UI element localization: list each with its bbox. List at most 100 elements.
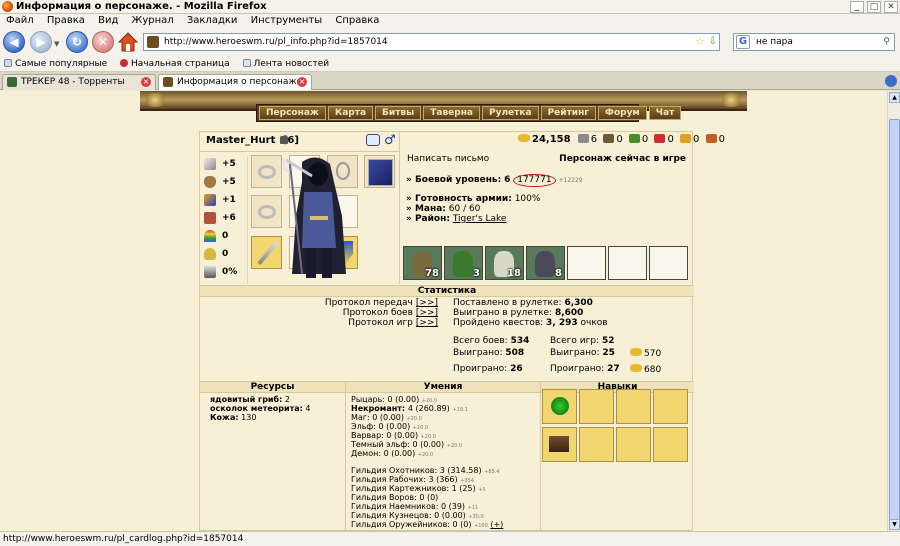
- navyk-slot[interactable]: [542, 427, 577, 462]
- google-engine-icon[interactable]: G: [736, 35, 750, 49]
- army-slot-empty[interactable]: [567, 246, 606, 280]
- nav-character[interactable]: Персонаж: [259, 106, 326, 120]
- army-slot[interactable]: 78: [403, 246, 442, 280]
- stop-button[interactable]: ✕: [92, 31, 114, 53]
- nav-tavern[interactable]: Таверна: [423, 106, 480, 120]
- menu-view[interactable]: Вид: [98, 15, 118, 26]
- army-slot[interactable]: 18: [485, 246, 524, 280]
- stat-spellpower: +1: [204, 192, 248, 208]
- scroll-thumb[interactable]: [889, 119, 900, 523]
- tab-tracker[interactable]: ТРЕКЕР 48 - Торренты ×: [2, 74, 156, 90]
- equip-slot-book[interactable]: [364, 155, 395, 188]
- address-bar[interactable]: http://www.heroeswm.ru/pl_info.php?id=18…: [143, 33, 720, 51]
- bookmark-most-visited[interactable]: Самые популярные: [4, 59, 107, 69]
- roulette-bet-label: Поставлено в рулетке:: [453, 298, 562, 308]
- menu-edit[interactable]: Правка: [47, 15, 85, 26]
- nav-forum[interactable]: Форум: [598, 106, 647, 120]
- protocol-link[interactable]: [>>]: [416, 318, 438, 328]
- search-icon[interactable]: ⚲: [883, 34, 890, 50]
- write-letter-link[interactable]: Написать письмо: [407, 154, 489, 164]
- battles-total-line: Всего боев: 534: [453, 336, 529, 346]
- go-arrow-icon[interactable]: ⇩: [709, 34, 717, 50]
- unit-icon: [453, 251, 473, 277]
- close-window-button[interactable]: ✕: [884, 1, 898, 13]
- faction-value: 0 (0.00): [372, 413, 404, 422]
- forward-button[interactable]: ▶: [30, 31, 52, 53]
- experience-value: 177771: [513, 174, 556, 187]
- army-slot-empty[interactable]: [649, 246, 688, 280]
- guild-skill: Гильдия Оружейников: 0 (0) +100 (+): [351, 520, 503, 531]
- faction-extra: +20.0: [417, 452, 434, 458]
- home-button[interactable]: [117, 31, 139, 53]
- equip-slot-ring[interactable]: [251, 155, 282, 188]
- navyk-slot[interactable]: [616, 427, 651, 462]
- nav-roulette[interactable]: Рулетка: [482, 106, 539, 120]
- history-dropdown-icon[interactable]: ▼: [54, 40, 59, 48]
- scroll-up-icon[interactable]: ▲: [889, 92, 900, 103]
- tracker-favicon-icon: [7, 77, 17, 87]
- tab-character-info[interactable]: Информация о персонаже. ×: [158, 74, 312, 90]
- menu-file[interactable]: Файл: [6, 15, 34, 26]
- navyk-slot[interactable]: [616, 389, 651, 424]
- transfer-protocol-line: Протокол передач [>>]: [325, 298, 438, 308]
- faction-value: 0 (0.00): [383, 449, 416, 458]
- guild-plus-link[interactable]: (+): [490, 520, 503, 529]
- protocol-link[interactable]: [>>]: [416, 298, 438, 308]
- menu-history[interactable]: Журнал: [132, 15, 174, 26]
- army-slot[interactable]: 3: [444, 246, 483, 280]
- stat-luck: 0: [204, 228, 248, 244]
- page-scrollbar[interactable]: ▲ ▼: [887, 91, 900, 531]
- army-slot-empty[interactable]: [608, 246, 647, 280]
- resource-name: ядовитый гриб:: [210, 395, 283, 404]
- maximize-button[interactable]: □: [867, 1, 881, 13]
- chat-icon[interactable]: [366, 134, 380, 146]
- nav-rating[interactable]: Рейтинг: [540, 106, 597, 120]
- back-button[interactable]: ◀: [3, 31, 25, 53]
- guild-extra: +5: [478, 487, 486, 493]
- statistics-header: Статистика: [200, 285, 694, 297]
- bookmark-star-icon[interactable]: ☆: [695, 34, 705, 50]
- close-tab-icon[interactable]: ×: [141, 77, 151, 87]
- bookmark-news-feed[interactable]: Лента новостей: [242, 59, 329, 69]
- gem-icon: [705, 134, 717, 143]
- gold-won-line: 570: [630, 348, 661, 359]
- guild-value: 0 (0): [419, 493, 439, 502]
- nav-map[interactable]: Карта: [327, 106, 374, 120]
- nav-chat[interactable]: Чат: [648, 106, 682, 120]
- menu-bookmarks[interactable]: Закладки: [187, 15, 238, 26]
- navyk-slot[interactable]: [653, 427, 688, 462]
- equip-slot-ring-2[interactable]: [251, 195, 282, 228]
- army-slot[interactable]: 8: [526, 246, 565, 280]
- navyk-slot[interactable]: [542, 389, 577, 424]
- guild-name: Гильдия Воров:: [351, 493, 417, 502]
- faction-value: 4 (260.89): [407, 404, 450, 413]
- stat-value: +1: [222, 195, 236, 205]
- equip-slot-weapon[interactable]: [251, 236, 282, 269]
- nav-battles[interactable]: Битвы: [375, 106, 422, 120]
- district-link[interactable]: Tiger's Lake: [453, 214, 507, 224]
- search-bar[interactable]: G не пара ⚲: [733, 33, 895, 51]
- minimize-button[interactable]: _: [850, 1, 864, 13]
- roulette-win-label: Выиграно в рулетке:: [453, 308, 553, 318]
- unit-icon: [535, 251, 555, 277]
- ring-icon: [258, 205, 276, 219]
- navigation-toolbar: ◀ ▶ ▼ ↻ ✕ http://www.heroeswm.ru/pl_info…: [0, 28, 900, 56]
- close-tab-icon[interactable]: ×: [297, 77, 307, 87]
- protocol-link[interactable]: [>>]: [416, 308, 438, 318]
- ring-icon: [258, 165, 276, 179]
- games-protocol-line: Протокол игр [>>]: [348, 318, 438, 328]
- menu-tools[interactable]: Инструменты: [251, 15, 323, 26]
- navyk-slot[interactable]: [653, 389, 688, 424]
- navyk-slot[interactable]: [579, 389, 614, 424]
- unit-count: 78: [425, 268, 439, 279]
- navyk-slot[interactable]: [579, 427, 614, 462]
- column-divider: [540, 393, 541, 531]
- bookmark-start-page[interactable]: Начальная страница: [119, 59, 230, 69]
- tab-list-icon[interactable]: [885, 75, 897, 87]
- scroll-down-icon[interactable]: ▼: [889, 519, 900, 530]
- menu-help[interactable]: Справка: [335, 15, 379, 26]
- games-total-label: Всего игр:: [550, 336, 600, 346]
- games-lost-line: Проиграно: 27: [550, 364, 620, 374]
- reload-button[interactable]: ↻: [66, 31, 88, 53]
- search-input[interactable]: не пара: [756, 37, 793, 47]
